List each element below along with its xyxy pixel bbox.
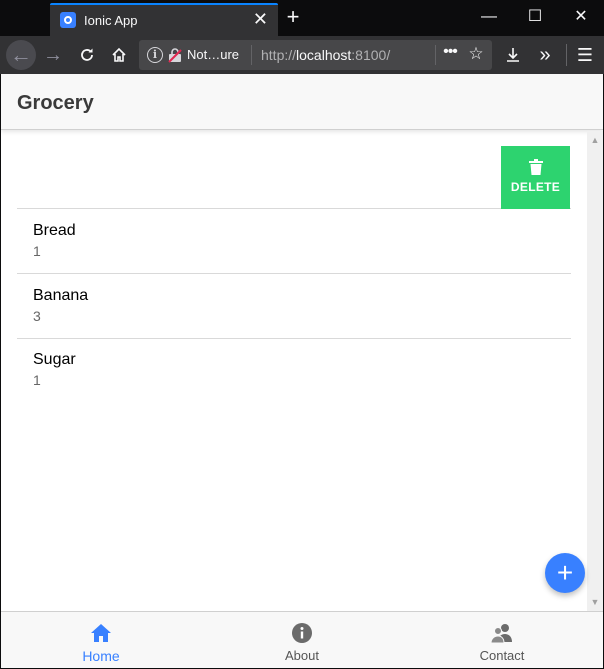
insecure-lock-icon[interactable] bbox=[168, 47, 182, 63]
bottom-tab-bar: Home About Contact bbox=[1, 611, 603, 668]
delete-button[interactable]: DELETE bbox=[501, 146, 570, 209]
tab-title: Ionic App bbox=[84, 13, 138, 28]
back-arrow-icon[interactable]: ← bbox=[6, 40, 36, 70]
tab-label: Home bbox=[82, 648, 120, 664]
delete-label: DELETE bbox=[510, 180, 561, 194]
site-info-icon[interactable]: i bbox=[147, 47, 163, 63]
tab-label: About bbox=[285, 648, 319, 663]
forward-arrow-icon[interactable]: → bbox=[38, 40, 68, 70]
vertical-scrollbar[interactable]: ▲ ▼ bbox=[587, 131, 603, 611]
app-header: Grocery bbox=[1, 74, 603, 130]
list-item[interactable]: Sugar 1 bbox=[17, 339, 571, 403]
grocery-list: DELETE Bread 1 Banana 3 Sugar 1 bbox=[1, 131, 603, 611]
browser-tab[interactable]: Ionic App ✕ bbox=[50, 3, 278, 36]
overflow-chevron-icon[interactable]: » bbox=[530, 40, 560, 70]
list-item[interactable]: Banana 3 bbox=[17, 275, 571, 339]
item-name: Sugar bbox=[33, 351, 76, 368]
toolbar-divider bbox=[566, 44, 567, 66]
tab-about[interactable]: About bbox=[202, 612, 402, 668]
tab-home[interactable]: Home bbox=[1, 612, 201, 668]
scroll-down-arrow-icon[interactable]: ▼ bbox=[587, 595, 603, 609]
hamburger-menu-icon[interactable]: ☰ bbox=[570, 40, 600, 70]
tab-contact[interactable]: Contact bbox=[402, 612, 602, 668]
information-circle-icon bbox=[292, 623, 312, 643]
url-divider-right bbox=[435, 45, 436, 65]
page-title: Grocery bbox=[17, 92, 94, 114]
reload-icon[interactable] bbox=[72, 40, 102, 70]
bookmark-star-icon[interactable]: ☆ bbox=[465, 44, 487, 64]
tab-close-icon[interactable]: ✕ bbox=[253, 9, 268, 29]
url-divider bbox=[251, 45, 252, 65]
item-quantity: 1 bbox=[33, 243, 41, 259]
item-name: Banana bbox=[33, 287, 89, 304]
item-quantity: 3 bbox=[33, 308, 41, 324]
connection-status-label: Not…ure bbox=[187, 47, 240, 62]
sliding-item-swiped[interactable]: DELETE bbox=[17, 131, 571, 209]
page-actions-icon[interactable]: ••• bbox=[439, 43, 461, 61]
tab-label: Contact bbox=[479, 648, 525, 663]
url-bar[interactable]: i Not…ure http://localhost:8100/ ••• ☆ bbox=[139, 40, 492, 70]
trash-icon bbox=[529, 159, 543, 175]
window-close-button[interactable]: ✕ bbox=[558, 0, 604, 34]
browser-navbar: ← → i Not…ure http://localhost:8100/ •••… bbox=[0, 36, 604, 74]
home-browser-icon[interactable] bbox=[104, 40, 134, 70]
scroll-up-arrow-icon[interactable]: ▲ bbox=[587, 133, 603, 147]
item-quantity: 1 bbox=[33, 372, 41, 388]
item-name: Bread bbox=[33, 222, 76, 239]
new-tab-button[interactable]: + bbox=[282, 4, 304, 30]
download-icon[interactable] bbox=[498, 40, 528, 70]
window-titlebar: Ionic App ✕ + — ☐ ✕ bbox=[0, 0, 604, 36]
window-maximize-button[interactable]: ☐ bbox=[512, 0, 558, 34]
ionic-favicon-icon bbox=[60, 12, 76, 28]
home-icon bbox=[91, 624, 111, 642]
contacts-icon bbox=[491, 624, 512, 644]
list-item[interactable]: Bread 1 bbox=[17, 210, 571, 274]
add-item-fab-button[interactable]: + bbox=[545, 553, 585, 593]
window-minimize-button[interactable]: — bbox=[466, 0, 512, 34]
url-text[interactable]: http://localhost:8100/ bbox=[261, 47, 390, 63]
app-viewport: Grocery DELETE Bread 1 Banana 3 Sugar 1 bbox=[1, 74, 603, 668]
